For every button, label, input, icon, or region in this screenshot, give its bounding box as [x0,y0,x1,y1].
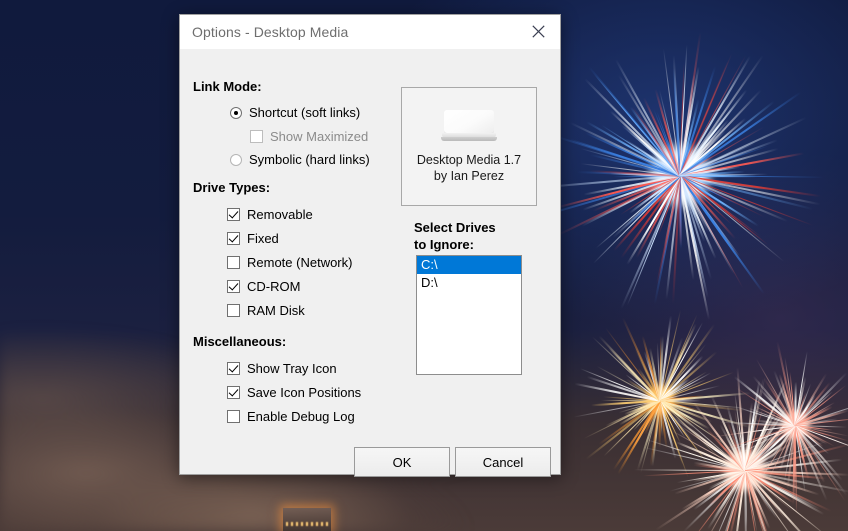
list-item[interactable]: D:\ [417,274,521,292]
checkbox-indicator[interactable] [227,304,240,317]
checkbox-label: Removable [247,207,313,222]
dialog-title: Options - Desktop Media [192,24,348,40]
drives-label-line1: Select Drives [414,219,534,236]
radio-symbolic-hard-links[interactable]: Symbolic (hard links) [230,152,370,167]
checkbox-remote-network[interactable]: Remote (Network) [227,255,352,270]
checkbox-save-icon-positions[interactable]: Save Icon Positions [227,385,361,400]
drives-listbox[interactable]: C:\ D:\ [416,255,522,375]
checkbox-fixed[interactable]: Fixed [227,231,279,246]
checkbox-label: Show Maximized [270,129,368,144]
checkbox-label: Save Icon Positions [247,385,361,400]
checkbox-indicator[interactable] [227,256,240,269]
checkbox-indicator[interactable] [227,410,240,423]
checkbox-indicator[interactable] [227,386,240,399]
dialog-titlebar[interactable]: Options - Desktop Media [180,15,560,50]
hard-drive-icon [440,110,498,144]
firework-burst-main [530,25,830,325]
checkbox-removable[interactable]: Removable [227,207,313,222]
checkbox-label: CD-ROM [247,279,300,294]
drives-list-label: Select Drives to Ignore: [414,219,534,253]
dialog-body: Link Mode: Shortcut (soft links) Show Ma… [180,49,560,474]
checkbox-ram-disk[interactable]: RAM Disk [227,303,305,318]
checkbox-label: Remote (Network) [247,255,352,270]
checkbox-label: Enable Debug Log [247,409,355,424]
checkbox-label: Fixed [247,231,279,246]
checkbox-label: RAM Disk [247,303,305,318]
about-product: Desktop Media 1.7 [417,152,521,168]
radio-label: Symbolic (hard links) [249,152,370,167]
ok-button[interactable]: OK [354,447,450,477]
checkbox-indicator[interactable] [227,362,240,375]
link-mode-group-label: Link Mode: [193,79,262,94]
checkbox-label: Show Tray Icon [247,361,337,376]
about-author: by Ian Perez [434,168,504,184]
options-dialog: Options - Desktop Media Link Mode: Short… [179,14,561,475]
close-icon[interactable] [516,15,560,48]
miscellaneous-group-label: Miscellaneous: [193,334,286,349]
checkbox-enable-debug-log[interactable]: Enable Debug Log [227,409,355,424]
about-panel: Desktop Media 1.7 by Ian Perez [401,87,537,206]
checkbox-show-maximized[interactable]: Show Maximized [250,129,368,144]
radio-label: Shortcut (soft links) [249,105,360,120]
checkbox-indicator[interactable] [250,130,263,143]
list-item[interactable]: C:\ [417,256,521,274]
radio-indicator[interactable] [230,107,242,119]
checkbox-indicator[interactable] [227,280,240,293]
radio-shortcut-soft-links[interactable]: Shortcut (soft links) [230,105,360,120]
checkbox-show-tray-icon[interactable]: Show Tray Icon [227,361,337,376]
drive-types-group-label: Drive Types: [193,180,270,195]
checkbox-indicator[interactable] [227,232,240,245]
radio-indicator[interactable] [230,154,242,166]
drives-label-line2: to Ignore: [414,236,534,253]
checkbox-indicator[interactable] [227,208,240,221]
cancel-button[interactable]: Cancel [455,447,551,477]
checkbox-cd-rom[interactable]: CD-ROM [227,279,300,294]
ground-light-fixture [283,508,331,531]
